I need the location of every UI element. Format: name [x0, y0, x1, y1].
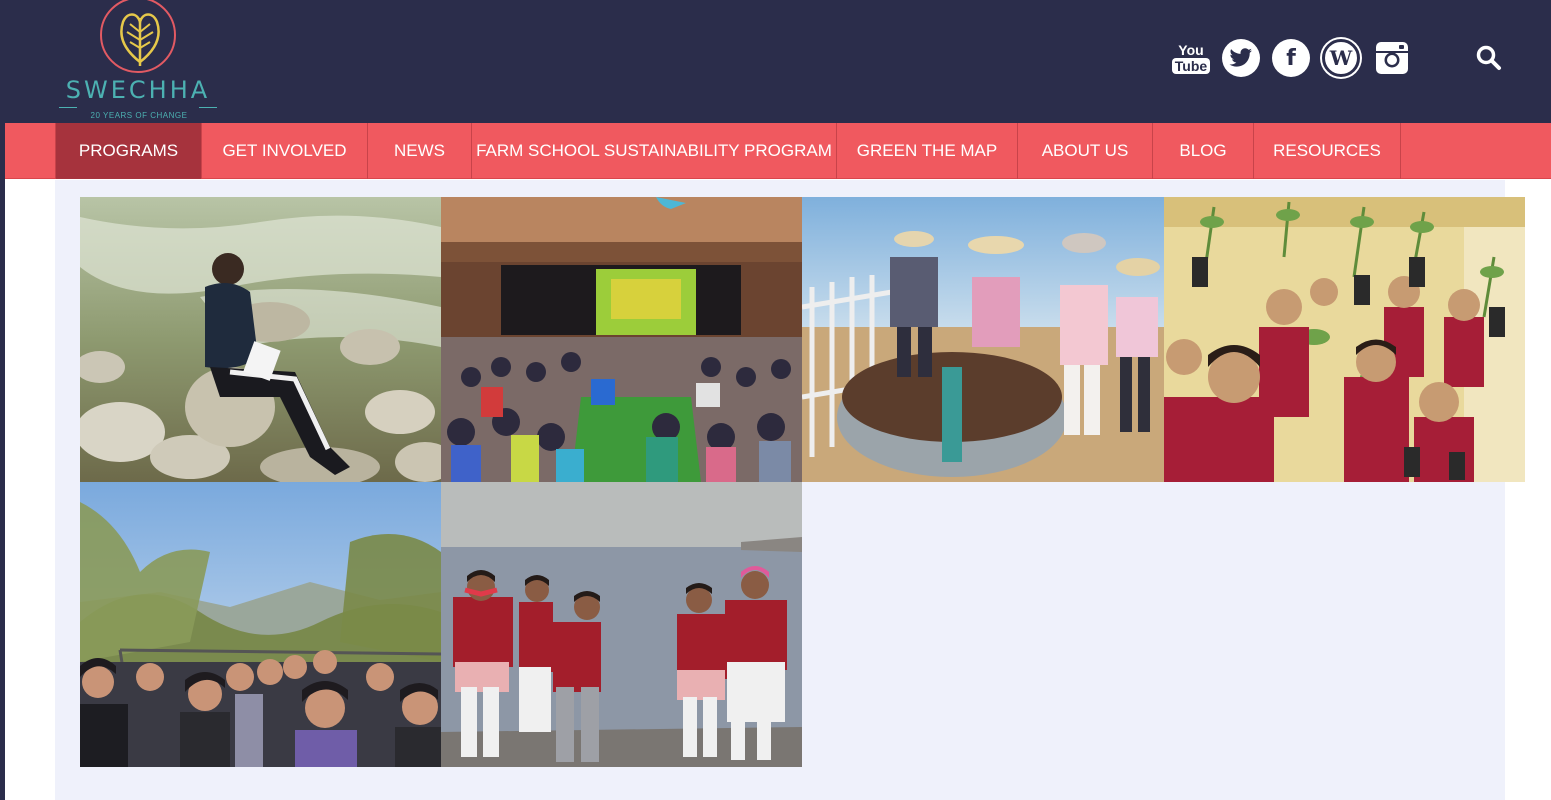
nav-label: RESOURCES — [1273, 141, 1381, 160]
nav-item-about-us[interactable]: ABOUT US — [1017, 123, 1152, 179]
youtube-icon[interactable]: You Tube — [1171, 38, 1211, 78]
photo-girl-writing-by-river[interactable] — [80, 197, 441, 482]
photo-students-open-bus-image — [80, 482, 441, 767]
photo-girl-writing-by-river-image — [80, 197, 441, 482]
youtube-you-label: You — [1178, 41, 1204, 58]
nav-item-green-the-map[interactable]: GREEN THE MAP — [836, 123, 1017, 179]
nav-item-resources[interactable]: RESOURCES — [1253, 123, 1401, 179]
main-nav: PROGRAMS GET INVOLVED NEWS FARM SCHOOL S… — [5, 123, 1551, 179]
nav-label: ABOUT US — [1041, 141, 1129, 160]
facebook-f-label: f — [1286, 45, 1296, 71]
nav-item-programs[interactable]: PROGRAMS — [55, 123, 201, 179]
photo-students-open-bus[interactable] — [80, 482, 441, 767]
logo-tagline: 20 YEARS OF CHANGE — [90, 111, 188, 120]
nav-label: GREEN THE MAP — [856, 141, 998, 160]
nav-item-blog[interactable]: BLOG — [1152, 123, 1253, 179]
twitter-bird-glyph — [1229, 48, 1252, 67]
photo-children-auditorium[interactable] — [441, 197, 802, 482]
facebook-icon[interactable]: f — [1272, 38, 1310, 78]
nav-label: GET INVOLVED — [222, 141, 347, 160]
photo-beekeeping-children-image — [802, 197, 1164, 482]
heart-leaf-icon — [120, 13, 160, 66]
nav-label: NEWS — [394, 141, 445, 160]
nav-label: PROGRAMS — [78, 141, 179, 160]
twitter-icon[interactable] — [1222, 38, 1260, 78]
photo-students-holding-saplings[interactable] — [1164, 197, 1525, 482]
photo-students-by-lake[interactable] — [441, 482, 802, 767]
logo-wordmark: SWECHHA — [65, 76, 211, 104]
swechha-logo[interactable]: SWECHHA 20 YEARS OF CHANGE — [55, 0, 225, 123]
nav-label: FARM SCHOOL SUSTAINABILITY PROGRAM — [476, 141, 832, 160]
wordpress-w-label: W — [1329, 46, 1353, 70]
nav-item-farm-school[interactable]: FARM SCHOOL SUSTAINABILITY PROGRAM — [471, 123, 836, 179]
logo-divider-right — [199, 107, 217, 108]
nav-label: BLOG — [1179, 141, 1227, 160]
magnifier-glyph — [1476, 45, 1501, 70]
photo-children-auditorium-image — [441, 197, 802, 482]
wordpress-icon[interactable]: W — [1322, 38, 1360, 78]
youtube-tube-label: Tube — [1171, 57, 1211, 74]
logo-divider-left — [59, 107, 77, 108]
nav-item-news[interactable]: NEWS — [367, 123, 471, 179]
photo-students-holding-saplings-image — [1164, 197, 1525, 482]
search-icon[interactable] — [1470, 38, 1508, 78]
nav-item-get-involved[interactable]: GET INVOLVED — [201, 123, 367, 179]
photo-students-by-lake-image — [441, 482, 802, 767]
site-header: SWECHHA 20 YEARS OF CHANGE You Tube f W — [0, 0, 1551, 123]
instagram-icon[interactable] — [1373, 38, 1411, 78]
left-edge-bar — [0, 123, 5, 800]
instagram-glyph — [1376, 42, 1408, 74]
photo-beekeeping-children[interactable] — [802, 197, 1164, 482]
